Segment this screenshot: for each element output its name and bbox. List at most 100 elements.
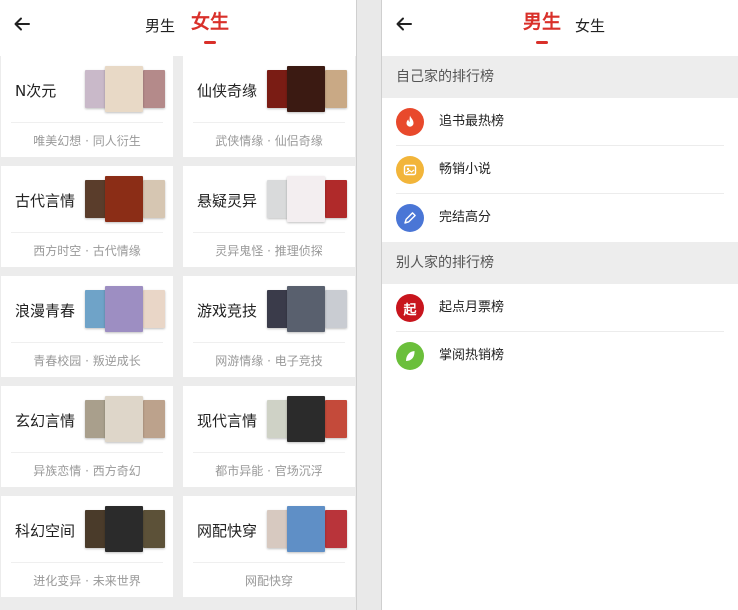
ranking-label: 追书最热榜 — [439, 114, 505, 129]
category-card[interactable]: 浪漫青春 青春校园 · 叛逆成长 — [1, 276, 173, 377]
book-cover — [325, 400, 347, 438]
ranking-label: 完结高分 — [439, 210, 492, 225]
book-cover — [287, 396, 325, 442]
divider — [193, 232, 345, 233]
category-name: 玄幻言情 — [15, 412, 76, 430]
tab-indicator — [536, 41, 548, 44]
category-card[interactable]: 游戏竞技网游情缘 · 电子竞技 — [183, 276, 355, 377]
category-card[interactable]: 古代言情西方时空 · 古代情缘 — [1, 166, 173, 267]
book-cover — [267, 510, 289, 548]
book-covers — [267, 396, 347, 442]
arrow-left-icon — [396, 17, 412, 31]
book-cover — [267, 400, 289, 438]
category-name: 仙侠奇缘 — [197, 82, 258, 100]
ranking-item[interactable]: 畅销小说 — [382, 146, 738, 194]
category-card[interactable]: 玄幻言情异族恋情 · 西方奇幻 — [1, 386, 173, 487]
tab-female[interactable]: 女生 — [191, 10, 230, 44]
divider — [193, 452, 345, 453]
category-name: N次元 — [15, 82, 57, 100]
divider — [11, 342, 163, 343]
qidian-glyph: 起 — [403, 302, 417, 318]
divider — [193, 342, 345, 343]
tab-indicator — [204, 41, 216, 44]
category-tags: 唯美幻想 · 同人衍生 — [33, 134, 141, 148]
header: 男生 女生 — [0, 0, 356, 56]
book-cover — [85, 290, 107, 328]
back-button[interactable] — [394, 14, 414, 34]
book-cover — [287, 66, 325, 112]
right-screen: 男生 女生 自己家的排行榜追书最热榜畅销小说完结高分别人家的排行榜起 起点月票榜掌… — [381, 0, 738, 610]
divider — [11, 452, 163, 453]
category-tags: 青春校园 · 叛逆成长 — [33, 354, 141, 368]
ranking-label: 掌阅热销榜 — [439, 348, 505, 363]
ranking-item[interactable]: 起 起点月票榜 — [382, 284, 738, 332]
section-header: 自己家的排行榜 — [382, 56, 738, 98]
book-covers — [267, 506, 347, 552]
ranking-item[interactable]: 追书最热榜 — [382, 98, 738, 146]
book-cover — [325, 510, 347, 548]
tab-male[interactable]: 男生 — [523, 10, 562, 44]
category-name: 科幻空间 — [15, 522, 76, 540]
category-card[interactable]: N次元唯美幻想 · 同人衍生 — [1, 56, 173, 157]
pen-icon — [396, 204, 424, 232]
book-cover — [85, 70, 107, 108]
category-card[interactable]: 网配快穿 网配快穿 — [183, 496, 355, 597]
category-tags: 进化变异 · 未来世界 — [33, 574, 141, 588]
book-cover — [143, 180, 165, 218]
category-name: 网配快穿 — [197, 522, 258, 540]
book-covers — [267, 176, 347, 222]
category-name: 古代言情 — [15, 192, 76, 210]
book-cover — [85, 400, 107, 438]
category-tags: 网游情缘 · 电子竞技 — [215, 354, 323, 368]
book-cover — [105, 396, 143, 442]
category-card[interactable]: 现代言情都市异能 · 官场沉浮 — [183, 386, 355, 487]
left-screen: 男生 女生 N次元 唯美幻想 · 同人衍生 仙侠奇缘 武侠情缘 · 仙侣奇缘 古代言情西… — [0, 0, 357, 610]
tab-male[interactable]: 男生 — [145, 14, 175, 38]
divider — [193, 562, 345, 563]
category-tags: 西方时空 · 古代情缘 — [33, 244, 141, 258]
book-covers — [85, 286, 165, 332]
ranking-item[interactable]: 完结高分 — [382, 194, 738, 242]
book-cover — [105, 66, 143, 112]
category-tags: 网配快穿 — [244, 574, 293, 588]
category-card[interactable]: 悬疑灵异 灵异鬼怪 · 推理侦探 — [183, 166, 355, 267]
book-cover — [287, 176, 325, 222]
divider — [11, 122, 163, 123]
category-tags: 异族恋情 · 西方奇幻 — [33, 464, 141, 478]
book-cover — [143, 510, 165, 548]
ranking-item[interactable]: 掌阅热销榜 — [382, 332, 738, 380]
book-cover — [85, 180, 107, 218]
divider — [11, 562, 163, 563]
back-button[interactable] — [12, 14, 32, 34]
book-cover — [267, 290, 289, 328]
book-cover — [267, 70, 289, 108]
category-card[interactable]: 科幻空间进化变异 · 未来世界 — [1, 496, 173, 597]
category-name: 现代言情 — [197, 412, 258, 430]
category-name: 游戏竞技 — [197, 302, 258, 320]
book-cover — [325, 70, 347, 108]
book-cover — [287, 286, 325, 332]
book-cover — [85, 510, 107, 548]
divider — [193, 122, 345, 123]
tab-male-label: 男生 — [523, 11, 562, 33]
book-cover — [105, 286, 143, 332]
category-card[interactable]: 仙侠奇缘 武侠情缘 · 仙侣奇缘 — [183, 56, 355, 157]
book-covers — [267, 66, 347, 112]
book-covers — [85, 506, 165, 552]
book-cover — [267, 180, 289, 218]
book-covers — [267, 286, 347, 332]
book-cover — [105, 176, 143, 222]
book-cover — [325, 290, 347, 328]
image-icon — [396, 156, 424, 184]
section-header: 别人家的排行榜 — [382, 242, 738, 284]
book-cover — [143, 70, 165, 108]
tab-female[interactable]: 女生 — [575, 14, 605, 38]
category-tags: 都市异能 · 官场沉浮 — [215, 464, 323, 478]
category-name: 悬疑灵异 — [197, 192, 258, 210]
tab-female-label: 女生 — [191, 11, 230, 33]
book-cover — [105, 506, 143, 552]
book-covers — [85, 176, 165, 222]
header: 男生 女生 — [382, 0, 738, 56]
divider — [11, 232, 163, 233]
arrow-left-icon — [14, 17, 30, 31]
